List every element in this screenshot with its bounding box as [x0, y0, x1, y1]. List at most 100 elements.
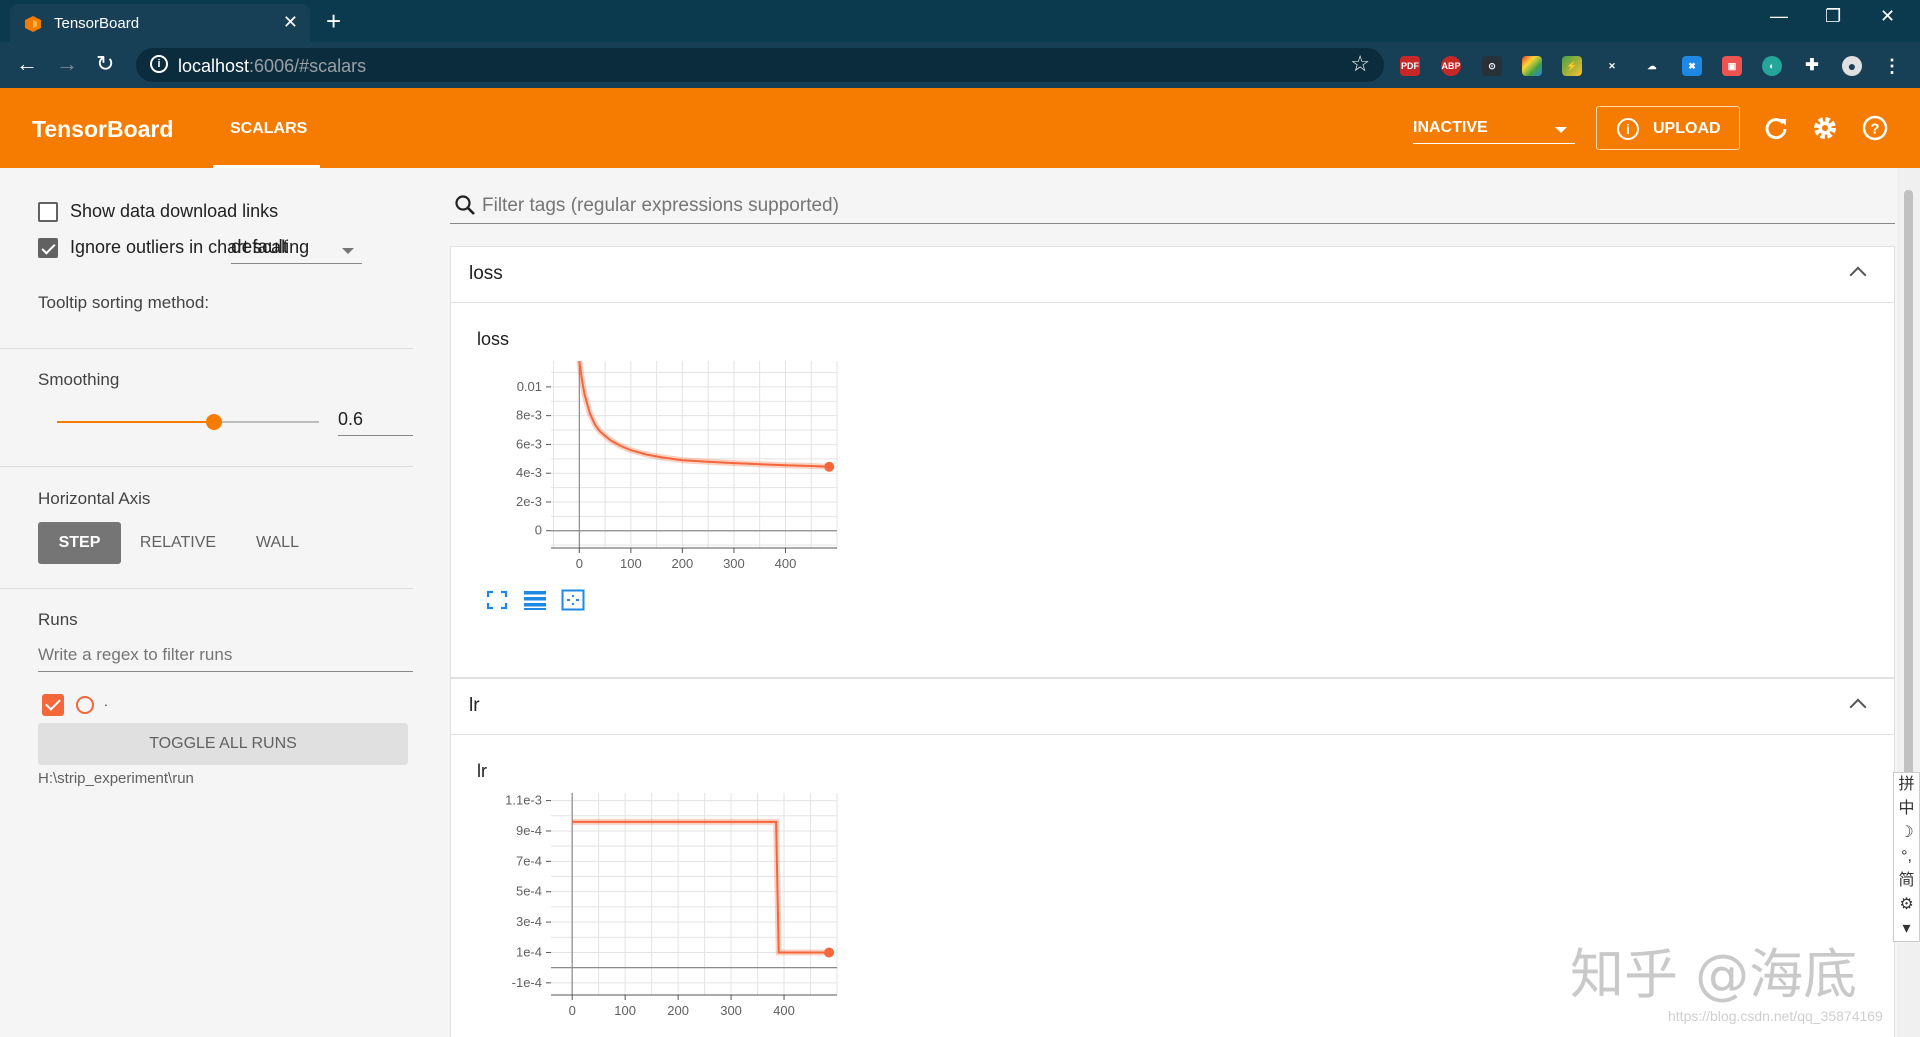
loss-chart[interactable]: 0 100 200 300 400 0 2e-3 4e-3 6e-3 8e-3 0.01: [471, 355, 851, 580]
smoothing-slider-fill: [57, 421, 215, 423]
runs-filter-input[interactable]: Write a regex to filter runs: [38, 640, 413, 672]
translate-extension-icon[interactable]: ✖: [1682, 56, 1702, 76]
tensorboard-favicon-icon: [25, 16, 41, 32]
restore-icon[interactable]: ❐: [1825, 6, 1841, 27]
series-line: [572, 820, 830, 954]
category-loss: loss loss 0 100 200 300 400 0 2e-3 4e-3 6e-3 8e-3…: [450, 246, 1895, 678]
tab-scalars[interactable]: SCALARS: [213, 88, 320, 168]
tag-filter-placeholder: Filter tags (regular expressions support…: [482, 195, 839, 216]
fit-domain-icon[interactable]: [561, 589, 585, 611]
drive-extension-icon[interactable]: ⚡: [1562, 56, 1582, 76]
forward-icon[interactable]: →: [56, 51, 78, 77]
ime-button[interactable]: 中: [1894, 797, 1919, 821]
show-download-links-checkbox[interactable]: [38, 202, 58, 222]
browser-tab[interactable]: TensorBoard ✕: [10, 4, 310, 42]
category-header-lr[interactable]: lr: [451, 679, 1894, 735]
run-path: H:\strip_experiment\run: [38, 770, 194, 787]
menu-kebab-icon[interactable]: ⋮: [1882, 56, 1902, 76]
data-table-icon[interactable]: [523, 589, 547, 611]
tag-filter-input[interactable]: Filter tags (regular expressions support…: [450, 192, 1895, 224]
x-tick-label: 400: [773, 1003, 795, 1018]
show-download-links-label: Show data download links: [70, 201, 279, 221]
puzzle-extensions-icon[interactable]: ✚: [1802, 56, 1822, 76]
x-extension-icon[interactable]: ✕: [1602, 56, 1622, 76]
y-tick-label: 0.01: [517, 379, 542, 394]
ime-button[interactable]: ☽: [1894, 821, 1919, 845]
axis-relative-button[interactable]: RELATIVE: [133, 522, 223, 564]
profile-avatar-icon[interactable]: ●: [1842, 56, 1862, 76]
run-name: .: [104, 693, 108, 709]
color-extension-icon[interactable]: [1522, 56, 1542, 76]
x-tick-label: 200: [672, 556, 694, 571]
smoothing-slider-thumb[interactable]: [206, 414, 223, 430]
smoothing-value: 0.6: [338, 409, 364, 429]
lr-chart[interactable]: 0 100 200 300 400 -1e-4 1e-4 3e-4 5e-4 7e-4 9e-4 1.…: [471, 787, 851, 1027]
browser-tab-title: TensorBoard: [54, 15, 140, 32]
x-tick-label: 0: [576, 556, 583, 571]
sidebar: Show data download links Ignore outliers…: [0, 168, 448, 1037]
y-tick-label: 1.1e-3: [505, 793, 542, 808]
chart-card-title: loss: [477, 329, 510, 349]
runs-label: Runs: [38, 610, 78, 629]
chevron-up-icon[interactable]: [1849, 266, 1867, 284]
y-tick-label: 7e-4: [516, 853, 542, 868]
x-tick-label: 0: [569, 1003, 576, 1018]
globe-extension-icon[interactable]: ◐: [1762, 56, 1782, 76]
y-tick-label: 6e-3: [516, 436, 542, 451]
smoothing-label: Smoothing: [38, 370, 120, 389]
y-tick-label: -1e-4: [512, 975, 542, 990]
ime-button[interactable]: 简: [1894, 869, 1919, 893]
ime-button[interactable]: ▾: [1894, 917, 1919, 941]
chart-card-title: lr: [477, 761, 487, 781]
category-title: lr: [469, 695, 480, 716]
extension-badge-icon[interactable]: ⊙: [1482, 56, 1502, 76]
refresh-icon[interactable]: [1762, 114, 1790, 142]
category-header-loss[interactable]: loss: [451, 247, 1894, 303]
tooltip-sorting-select[interactable]: default: [231, 236, 362, 264]
app-extension-icon[interactable]: ▣: [1722, 56, 1742, 76]
back-icon[interactable]: ←: [16, 51, 38, 77]
run-color-radio[interactable]: [76, 696, 94, 714]
ime-toolbar: 拼中 ☽ °, 简 ⚙ ▾: [1893, 772, 1920, 942]
smoothing-input[interactable]: 0.6: [338, 406, 413, 436]
svg-text:?: ?: [1870, 121, 1879, 138]
ignore-outliers-checkbox[interactable]: [38, 238, 58, 258]
pdf-extension-icon[interactable]: PDF: [1400, 56, 1420, 76]
close-tab-icon[interactable]: ✕: [283, 12, 298, 33]
series-line: [578, 360, 830, 468]
cloud-extension-icon[interactable]: ☁: [1642, 56, 1662, 76]
help-icon[interactable]: ?: [1861, 114, 1889, 142]
app-title: TensorBoard: [32, 116, 174, 142]
ime-button[interactable]: °,: [1894, 845, 1919, 869]
x-tick-label: 300: [720, 1003, 742, 1018]
watermark-url: https://blog.csdn.net/qq_35874169: [1668, 1008, 1883, 1024]
dropdown-caret-icon: [1555, 127, 1567, 133]
minimize-icon[interactable]: —: [1770, 6, 1788, 27]
axis-wall-button[interactable]: WALL: [240, 522, 315, 564]
url-text: localhost:6006/#scalars: [178, 56, 367, 76]
toggle-all-runs-button[interactable]: TOGGLE ALL RUNS: [38, 723, 408, 765]
bookmark-star-icon[interactable]: ☆: [1350, 51, 1370, 77]
inactive-plugins-dropdown[interactable]: INACTIVE: [1413, 116, 1575, 144]
close-window-icon[interactable]: ✕: [1880, 6, 1895, 27]
ime-button[interactable]: 拼: [1894, 773, 1919, 797]
new-tab-icon[interactable]: +: [326, 6, 341, 37]
reload-icon[interactable]: ↻: [96, 51, 114, 77]
run-checkbox[interactable]: [42, 694, 64, 716]
ime-button[interactable]: ⚙: [1894, 893, 1919, 917]
chevron-up-icon[interactable]: [1849, 698, 1867, 716]
y-tick-label: 3e-4: [516, 914, 542, 929]
fullscreen-icon[interactable]: [485, 589, 509, 611]
inactive-label: INACTIVE: [1413, 119, 1488, 136]
horizontal-axis-label: Horizontal Axis: [38, 489, 151, 508]
raw-series-band: [576, 360, 830, 470]
axis-step-button[interactable]: STEP: [38, 522, 121, 564]
main-panel: Filter tags (regular expressions support…: [448, 168, 1897, 1037]
settings-gear-icon[interactable]: [1811, 114, 1839, 142]
info-icon[interactable]: i: [150, 55, 168, 73]
smoothing-slider[interactable]: [57, 414, 319, 430]
tensorboard-header: TensorBoard SCALARS INACTIVE i UPLOAD ?: [0, 88, 1920, 168]
upload-button[interactable]: i UPLOAD: [1596, 106, 1740, 150]
url-field[interactable]: i localhost:6006/#scalars ☆: [136, 48, 1384, 82]
adblock-extension-icon[interactable]: ABP: [1441, 56, 1461, 76]
